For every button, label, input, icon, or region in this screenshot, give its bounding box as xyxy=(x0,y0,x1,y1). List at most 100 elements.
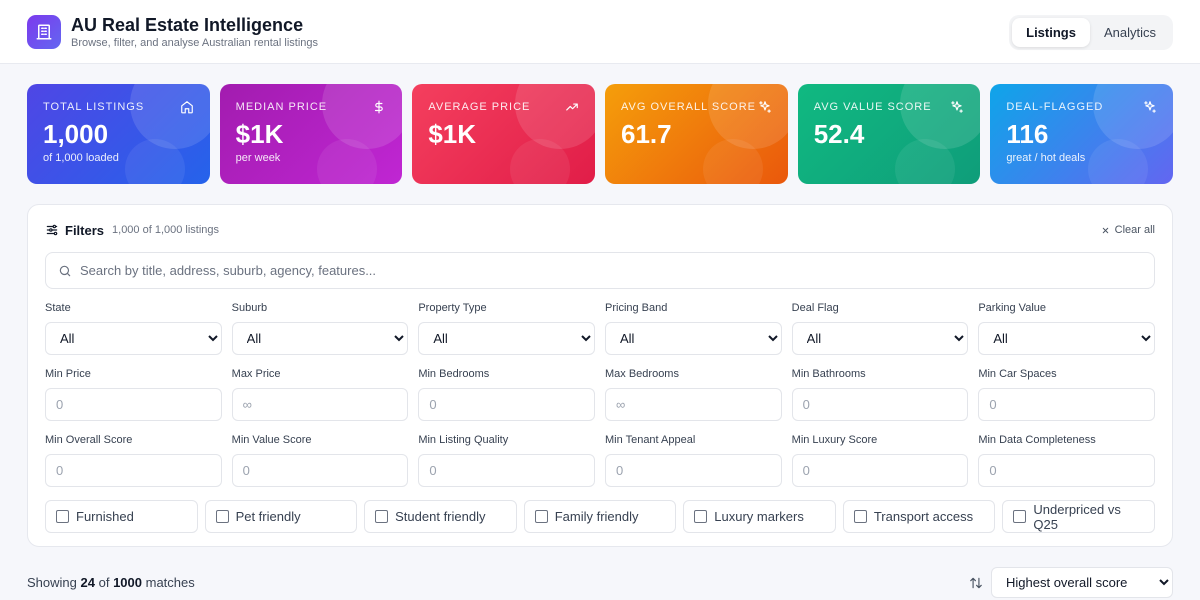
checkbox-label: Transport access xyxy=(873,509,974,524)
min-value-score-input[interactable] xyxy=(231,454,409,487)
checkbox-underpriced-vs-q25[interactable]: Underpriced vs Q25 xyxy=(1002,500,1155,533)
home-icon xyxy=(180,101,193,114)
sparkles-icon xyxy=(951,101,964,113)
property-type-select[interactable]: All xyxy=(418,322,595,355)
checkbox-label: Student friendly xyxy=(395,509,486,524)
feature-checkboxes: Furnished Pet friendly Student friendly … xyxy=(45,500,1155,533)
checkbox-icon xyxy=(694,510,708,523)
stat-label: Avg Value Score xyxy=(813,101,932,113)
min-bedrooms-input[interactable] xyxy=(418,388,595,421)
checkbox-label: Pet friendly xyxy=(235,509,301,524)
checkbox-transport-access[interactable]: Transport access xyxy=(842,500,996,533)
field-label: Min Bathrooms xyxy=(791,368,866,380)
clear-all-button[interactable]: Clear all xyxy=(1101,224,1155,236)
stat-card-total-listings: Total Listings 1,000 of 1,000 loaded xyxy=(27,84,210,184)
filter-pricing-band: Pricing Band All xyxy=(605,302,782,355)
stat-label: Total Listings xyxy=(43,101,145,113)
sparkles-icon xyxy=(1144,101,1156,113)
stat-sub: great / hot deals xyxy=(1006,152,1086,164)
field-label: Parking Value xyxy=(978,302,1046,314)
stat-card-average-price: Average Price $1K xyxy=(412,84,596,184)
checkbox-furnished[interactable]: Furnished xyxy=(45,500,198,533)
min-overall-score-input[interactable] xyxy=(45,454,222,487)
checkbox-family-friendly[interactable]: Family friendly xyxy=(523,500,677,533)
results-total: 1000 xyxy=(113,575,142,590)
stat-label: Median Price xyxy=(235,101,328,113)
sort-icon xyxy=(970,577,982,588)
field-label: Min Luxury Score xyxy=(791,434,878,446)
sparkles-icon xyxy=(758,101,771,113)
sliders-icon xyxy=(46,224,58,236)
stat-value: 52.4 xyxy=(813,119,865,149)
field-label: Deal Flag xyxy=(791,302,839,314)
min-car-spaces-input[interactable] xyxy=(978,388,1155,421)
filter-max-price: Max Price xyxy=(231,368,409,421)
filter-state: State All xyxy=(45,302,222,355)
trending-up-icon xyxy=(566,103,578,111)
sort-select[interactable]: Highest overall score xyxy=(991,567,1173,598)
results-of: of xyxy=(98,575,110,590)
search-icon xyxy=(59,265,71,276)
stat-value: $1K xyxy=(235,119,284,149)
tab-analytics[interactable]: Analytics xyxy=(1090,18,1170,47)
field-label: Min Overall Score xyxy=(45,434,133,446)
field-label: Min Listing Quality xyxy=(418,434,509,446)
filter-min-bathrooms: Min Bathrooms xyxy=(791,368,969,421)
max-bedrooms-input[interactable] xyxy=(605,388,782,421)
min-bathrooms-input[interactable] xyxy=(791,388,969,421)
filter-suburb: Suburb All xyxy=(231,302,409,355)
deal-flag-select[interactable]: All xyxy=(791,322,969,355)
state-select[interactable]: All xyxy=(45,322,222,355)
tab-listings[interactable]: Listings xyxy=(1012,18,1090,47)
field-label: Min Car Spaces xyxy=(978,368,1057,380)
min-data-completeness-input[interactable] xyxy=(978,454,1155,487)
checkbox-label: Underpriced vs Q25 xyxy=(1033,501,1121,532)
filters-panel: Filters 1,000 of 1,000 listings Clear al… xyxy=(27,204,1173,547)
app-subtitle: Browse, filter, and analyse Australian r… xyxy=(71,36,319,49)
min-tenant-appeal-input[interactable] xyxy=(605,454,782,487)
stat-card-avg-overall-score: Avg Overall Score 61.7 xyxy=(605,84,788,184)
filters-header: Filters 1,000 of 1,000 listings Clear al… xyxy=(45,205,1155,255)
field-label: Suburb xyxy=(231,302,268,314)
min-listing-quality-input[interactable] xyxy=(418,454,595,487)
stat-label: Avg Overall Score xyxy=(621,101,756,113)
field-label: Min Bedrooms xyxy=(418,368,490,380)
filter-property-type: Property Type All xyxy=(418,302,595,355)
field-label: Min Value Score xyxy=(231,434,312,446)
filter-min-tenant-appeal: Min Tenant Appeal xyxy=(605,434,782,487)
field-label: Pricing Band xyxy=(605,302,668,314)
checkbox-pet-friendly[interactable]: Pet friendly xyxy=(204,500,358,533)
checkbox-luxury-markers[interactable]: Luxury markers xyxy=(683,500,836,533)
min-price-input[interactable] xyxy=(45,388,222,421)
field-label: Min Data Completeness xyxy=(978,434,1096,446)
pricing-band-select[interactable]: All xyxy=(605,322,782,355)
building-icon xyxy=(27,14,61,49)
checkbox-icon xyxy=(375,510,389,523)
filter-min-luxury-score: Min Luxury Score xyxy=(791,434,969,487)
max-price-input[interactable] xyxy=(231,388,409,421)
filter-min-overall-score: Min Overall Score xyxy=(45,434,222,487)
filter-max-bedrooms: Max Bedrooms xyxy=(605,368,782,421)
stat-sub: of 1,000 loaded xyxy=(43,152,119,164)
search-input[interactable] xyxy=(80,263,1142,278)
field-label: Property Type xyxy=(418,302,487,314)
stat-value: $1K xyxy=(428,119,477,149)
checkbox-icon xyxy=(853,510,867,523)
stat-label: Deal-Flagged xyxy=(1006,101,1104,113)
filters-count: 1,000 of 1,000 listings xyxy=(112,224,220,236)
field-label: State xyxy=(45,302,71,314)
field-label: Max Bedrooms xyxy=(605,368,679,380)
filter-deal-flag: Deal Flag All xyxy=(791,302,969,355)
select-filters-row: State All Suburb All Property Type All P… xyxy=(45,302,1155,355)
checkbox-icon xyxy=(215,510,229,523)
filter-min-data-completeness: Min Data Completeness xyxy=(978,434,1155,487)
app-header: AU Real Estate Intelligence Browse, filt… xyxy=(0,0,1200,64)
checkbox-student-friendly[interactable]: Student friendly xyxy=(364,500,517,533)
checkbox-icon xyxy=(1013,510,1027,523)
checkbox-label: Family friendly xyxy=(554,509,639,524)
parking-value-select[interactable]: All xyxy=(978,322,1155,355)
filter-parking-value: Parking Value All xyxy=(978,302,1155,355)
score-filters-row: Min Overall Score Min Value Score Min Li… xyxy=(45,434,1155,487)
suburb-select[interactable]: All xyxy=(231,322,409,355)
min-luxury-score-input[interactable] xyxy=(791,454,969,487)
